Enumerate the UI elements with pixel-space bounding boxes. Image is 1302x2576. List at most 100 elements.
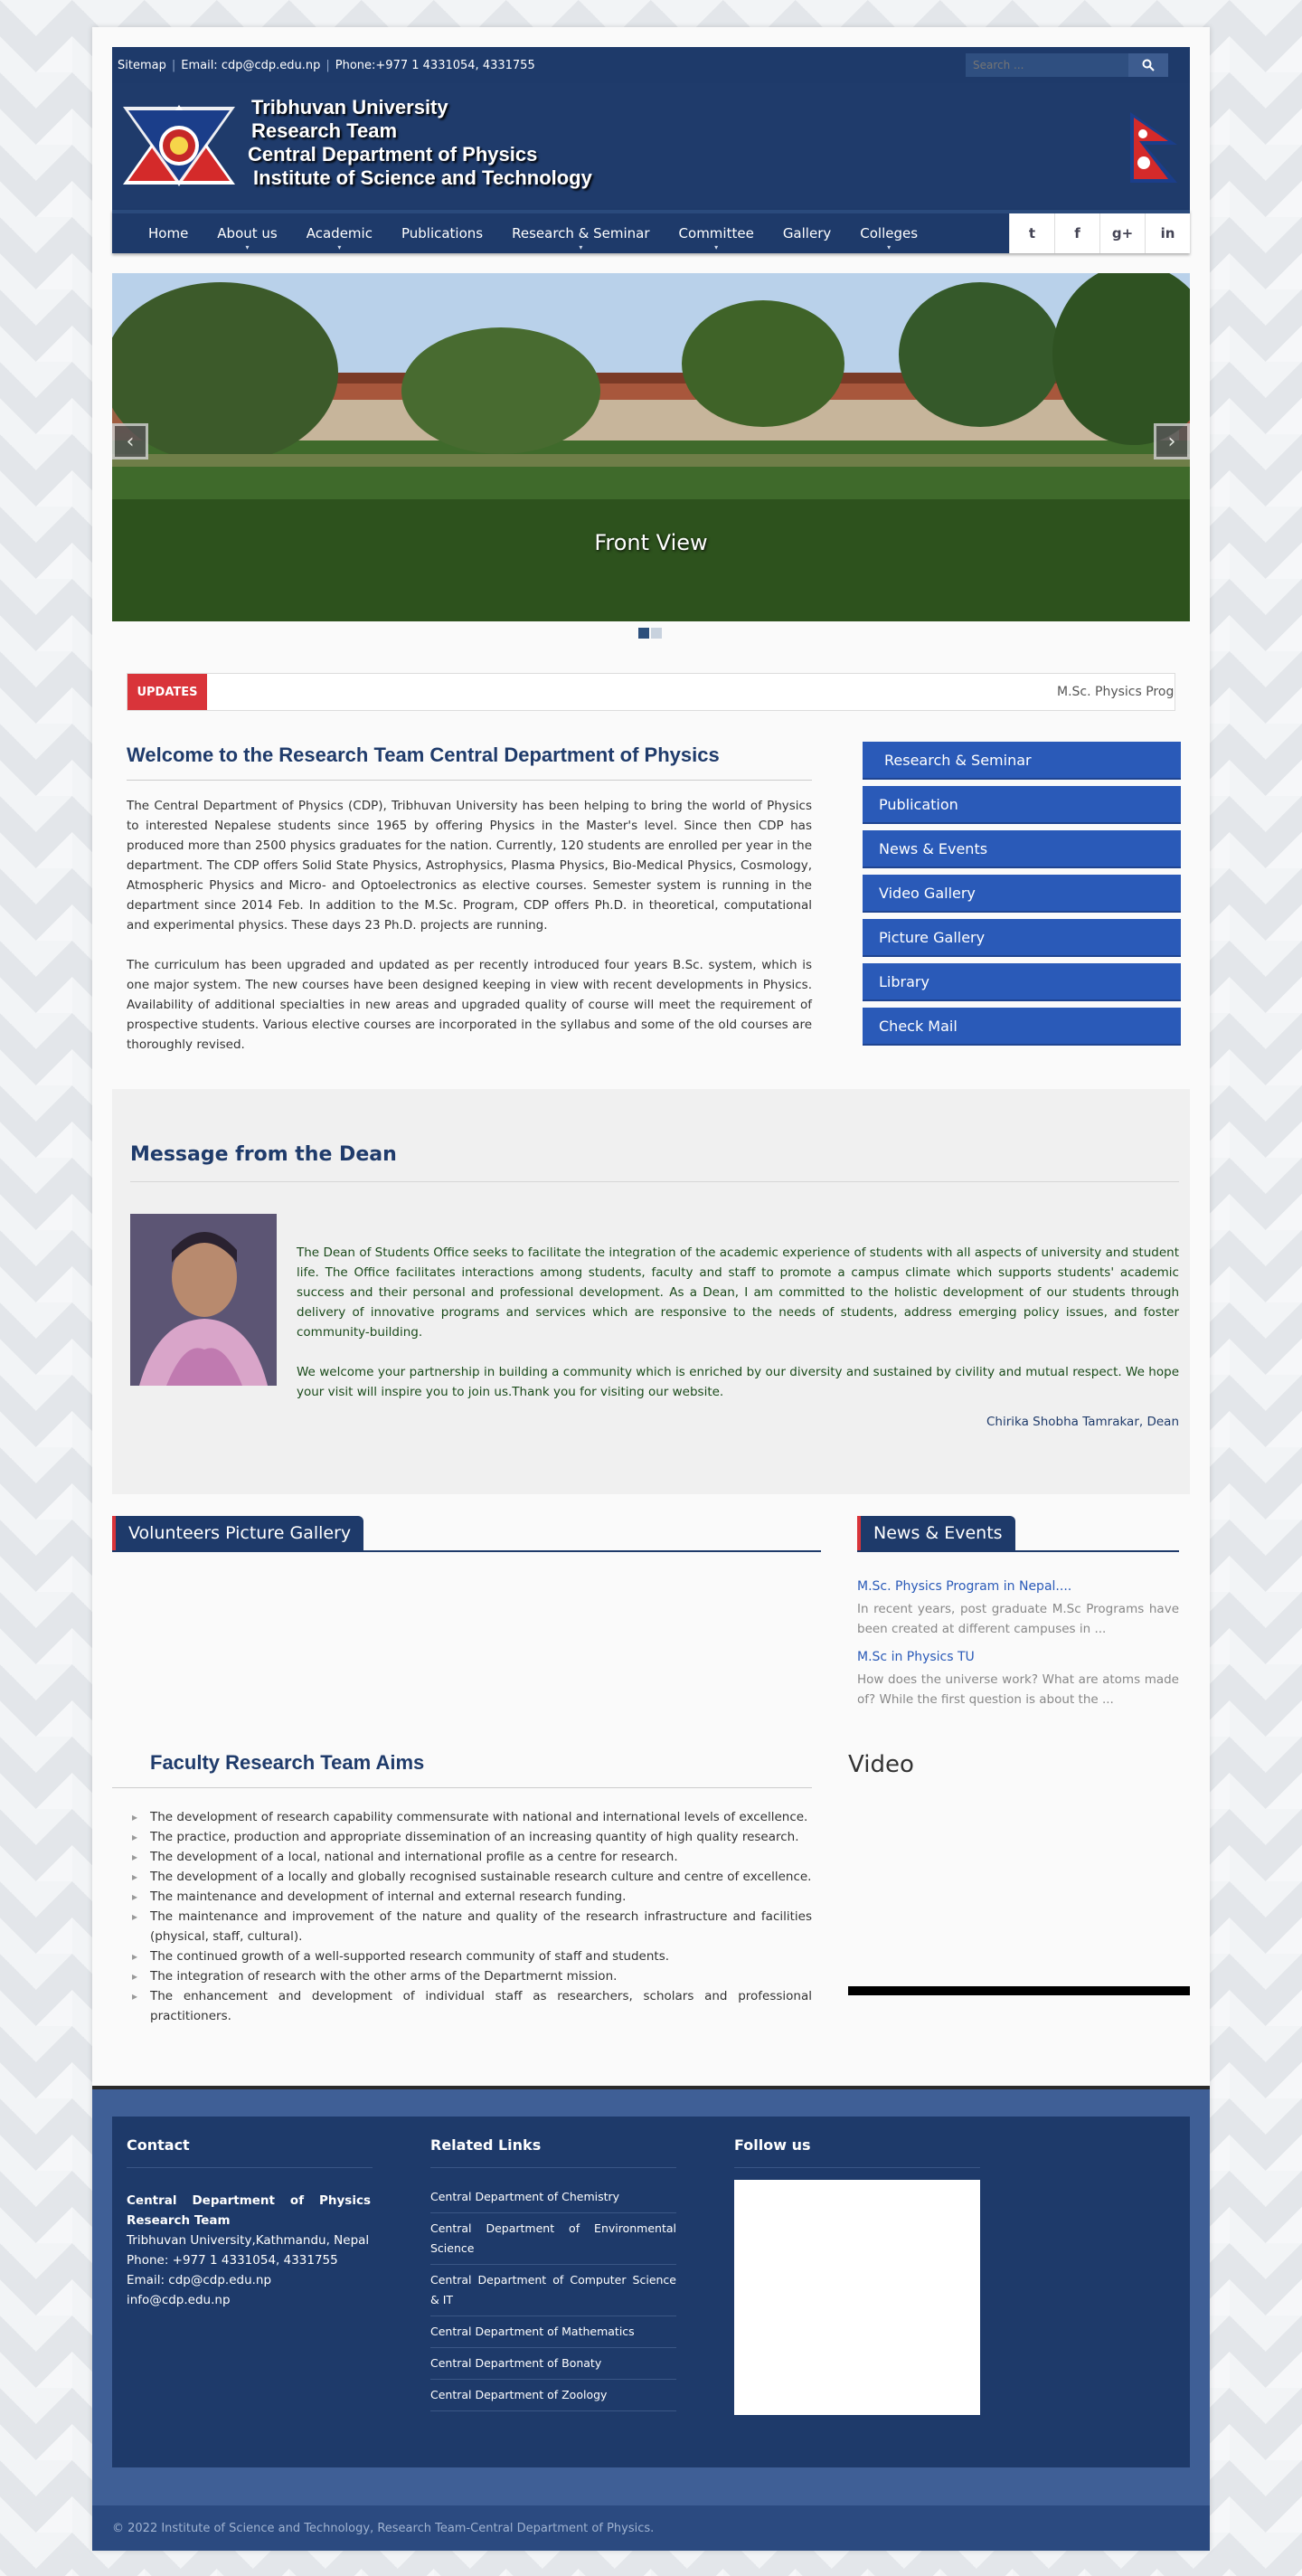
divider <box>430 2167 676 2168</box>
quick-links: Research & Seminar Publication News & Even… <box>863 742 1181 1052</box>
related-link[interactable]: Central Department of Bonaty <box>430 2348 676 2380</box>
chevron-down-icon: ▾ <box>714 243 719 251</box>
brand-line-4: Institute of Science and Technology <box>253 166 592 189</box>
news-item: M.Sc in Physics TU How does the universe… <box>857 1650 1179 1709</box>
contact-phone: Phone: +977 1 4331054, 4331755 <box>127 2253 338 2268</box>
related-links-title: Related Links <box>430 2136 542 2154</box>
page-container: Sitemap | Email: cdp@cdp.edu.np | Phone:… <box>92 27 1210 2551</box>
dean-section-title: Message from the Dean <box>130 1143 397 1166</box>
quick-link-news-events[interactable]: News & Events <box>863 830 1181 868</box>
dean-photo <box>130 1214 277 1386</box>
news-item-summary: In recent years, post graduate M.Sc Prog… <box>857 1602 1179 1636</box>
news-item-title[interactable]: M.Sc. Physics Program in Nepal.... <box>857 1579 1179 1594</box>
quick-link-publication[interactable]: Publication <box>863 786 1181 824</box>
search-input[interactable] <box>966 53 1128 77</box>
related-link[interactable]: Central Department of Environmental Scie… <box>430 2213 676 2265</box>
related-link[interactable]: Central Department of Computer Science &… <box>430 2265 676 2316</box>
nav-item-label: About us <box>217 225 278 242</box>
updates-ticker-text[interactable]: M.Sc. Physics Prog <box>1057 685 1175 699</box>
aims-list-item: The development of a locally and globall… <box>132 1867 812 1887</box>
contact-email[interactable]: Email: cdp@cdp.edu.np <box>127 2270 371 2290</box>
divider <box>127 2167 373 2168</box>
top-bar: Sitemap | Email: cdp@cdp.edu.np | Phone:… <box>112 47 1190 83</box>
nav-item-research-seminar[interactable]: Research & Seminar ▾ <box>497 225 664 251</box>
related-link[interactable]: Central Department of Chemistry <box>430 2182 676 2213</box>
contact-email-2[interactable]: info@cdp.edu.np <box>127 2290 371 2310</box>
nepal-flag-icon <box>1130 112 1177 183</box>
dean-signature: Chirika Shobha Tamrakar, Dean <box>986 1415 1179 1429</box>
slider-dot[interactable] <box>651 628 662 639</box>
quick-link-library[interactable]: Library <box>863 963 1181 1001</box>
aims-list-item: The continued growth of a well-supported… <box>132 1946 812 1966</box>
nav-item-label: Research & Seminar <box>512 225 650 242</box>
slider-next-button[interactable]: › <box>1154 423 1190 459</box>
brand-header: Tribhuvan University Research Team Centr… <box>112 83 1190 210</box>
divider <box>734 2167 980 2168</box>
slider-pagination <box>638 628 662 639</box>
slider-dot-active[interactable] <box>638 628 649 639</box>
welcome-title: Welcome to the Research Team Central Dep… <box>127 743 720 766</box>
brand-line-1: Tribhuvan University <box>251 96 448 118</box>
footer: Contact Central Department of Physics Re… <box>92 2086 1210 2511</box>
chevron-down-icon: ▾ <box>245 243 250 251</box>
separator: | <box>171 59 176 72</box>
dean-paragraph-1: The Dean of Students Office seeks to fac… <box>297 1245 1179 1340</box>
related-link[interactable]: Central Department of Zoology <box>430 2380 676 2411</box>
contact-org: Central Department of Physics Research T… <box>127 2193 371 2228</box>
welcome-paragraph-1: The Central Department of Physics (CDP),… <box>127 799 812 933</box>
aims-list: The development of research capability c… <box>132 1807 812 2026</box>
copyright: © 2022 Institute of Science and Technolo… <box>92 2505 1210 2551</box>
contact-details: Central Department of Physics Research T… <box>127 2191 371 2310</box>
nav-item-label: Publications <box>401 225 484 242</box>
aims-list-item: The development of a local, national and… <box>132 1847 812 1867</box>
nav-item-label: Home <box>148 225 189 242</box>
nav-item-publications[interactable]: Publications <box>387 225 497 242</box>
nav-item-about-us[interactable]: About us ▾ <box>203 225 291 251</box>
email-text: Email: cdp@cdp.edu.np <box>181 59 321 72</box>
quick-link-check-mail[interactable]: Check Mail <box>863 1008 1181 1046</box>
brand-line-2: Research Team <box>251 119 398 142</box>
quick-link-research-seminar[interactable]: Research & Seminar <box>863 742 1181 780</box>
related-link[interactable]: Central Department of Mathematics <box>430 2316 676 2348</box>
aims-list-item: The maintenance and improvement of the n… <box>132 1907 812 1946</box>
phone-text: Phone:+977 1 4331054, 4331755 <box>335 59 535 72</box>
social-embed[interactable] <box>734 2180 980 2415</box>
nav-item-committee[interactable]: Committee ▾ <box>665 225 769 251</box>
nav-item-gallery[interactable]: Gallery <box>769 225 845 242</box>
news-list: M.Sc. Physics Program in Nepal.... In re… <box>857 1579 1179 1720</box>
news-item: M.Sc. Physics Program in Nepal.... In re… <box>857 1579 1179 1639</box>
quick-link-picture-gallery[interactable]: Picture Gallery <box>863 919 1181 957</box>
divider <box>130 1181 1179 1182</box>
linkedin-icon[interactable]: in <box>1145 213 1190 253</box>
divider <box>112 1550 821 1552</box>
aims-list-item: The integration of research with the oth… <box>132 1966 812 1986</box>
contact-title: Contact <box>127 2136 190 2154</box>
twitter-icon[interactable]: t <box>1009 213 1054 253</box>
search-button[interactable] <box>1128 53 1168 77</box>
news-item-title[interactable]: M.Sc in Physics TU <box>857 1650 1179 1664</box>
university-logo[interactable] <box>119 103 239 188</box>
nav-item-label: Committee <box>678 225 754 242</box>
nav-item-colleges[interactable]: Colleges ▾ <box>845 225 932 251</box>
video-player[interactable] <box>848 1986 1190 1995</box>
chevron-down-icon: ▾ <box>887 243 892 251</box>
aims-list-item: The maintenance and development of inter… <box>132 1887 812 1907</box>
sitemap-link[interactable]: Sitemap <box>118 59 166 72</box>
slider-prev-button[interactable]: ‹ <box>112 423 148 459</box>
chevron-down-icon: ▾ <box>579 243 583 251</box>
brand-title: Tribhuvan University Research Team Centr… <box>248 96 592 190</box>
news-item-summary: How does the universe work? What are ato… <box>857 1672 1179 1707</box>
quick-link-video-gallery[interactable]: Video Gallery <box>863 875 1181 913</box>
search-icon <box>1142 59 1155 71</box>
google-plus-icon[interactable]: g+ <box>1099 213 1145 253</box>
nav-item-home[interactable]: Home <box>134 225 203 242</box>
social-links: t f g+ in <box>1009 213 1190 253</box>
campus-front-view-image <box>112 273 1190 621</box>
facebook-icon[interactable]: f <box>1054 213 1099 253</box>
image-slider[interactable]: ‹ › Front View <box>112 273 1190 621</box>
aims-list-item: The development of research capability c… <box>132 1807 812 1827</box>
aims-list-item: The enhancement and development of indiv… <box>132 1986 812 2026</box>
divider <box>112 1787 812 1788</box>
nav-item-academic[interactable]: Academic ▾ <box>292 225 387 251</box>
nav-item-label: Gallery <box>782 225 832 242</box>
